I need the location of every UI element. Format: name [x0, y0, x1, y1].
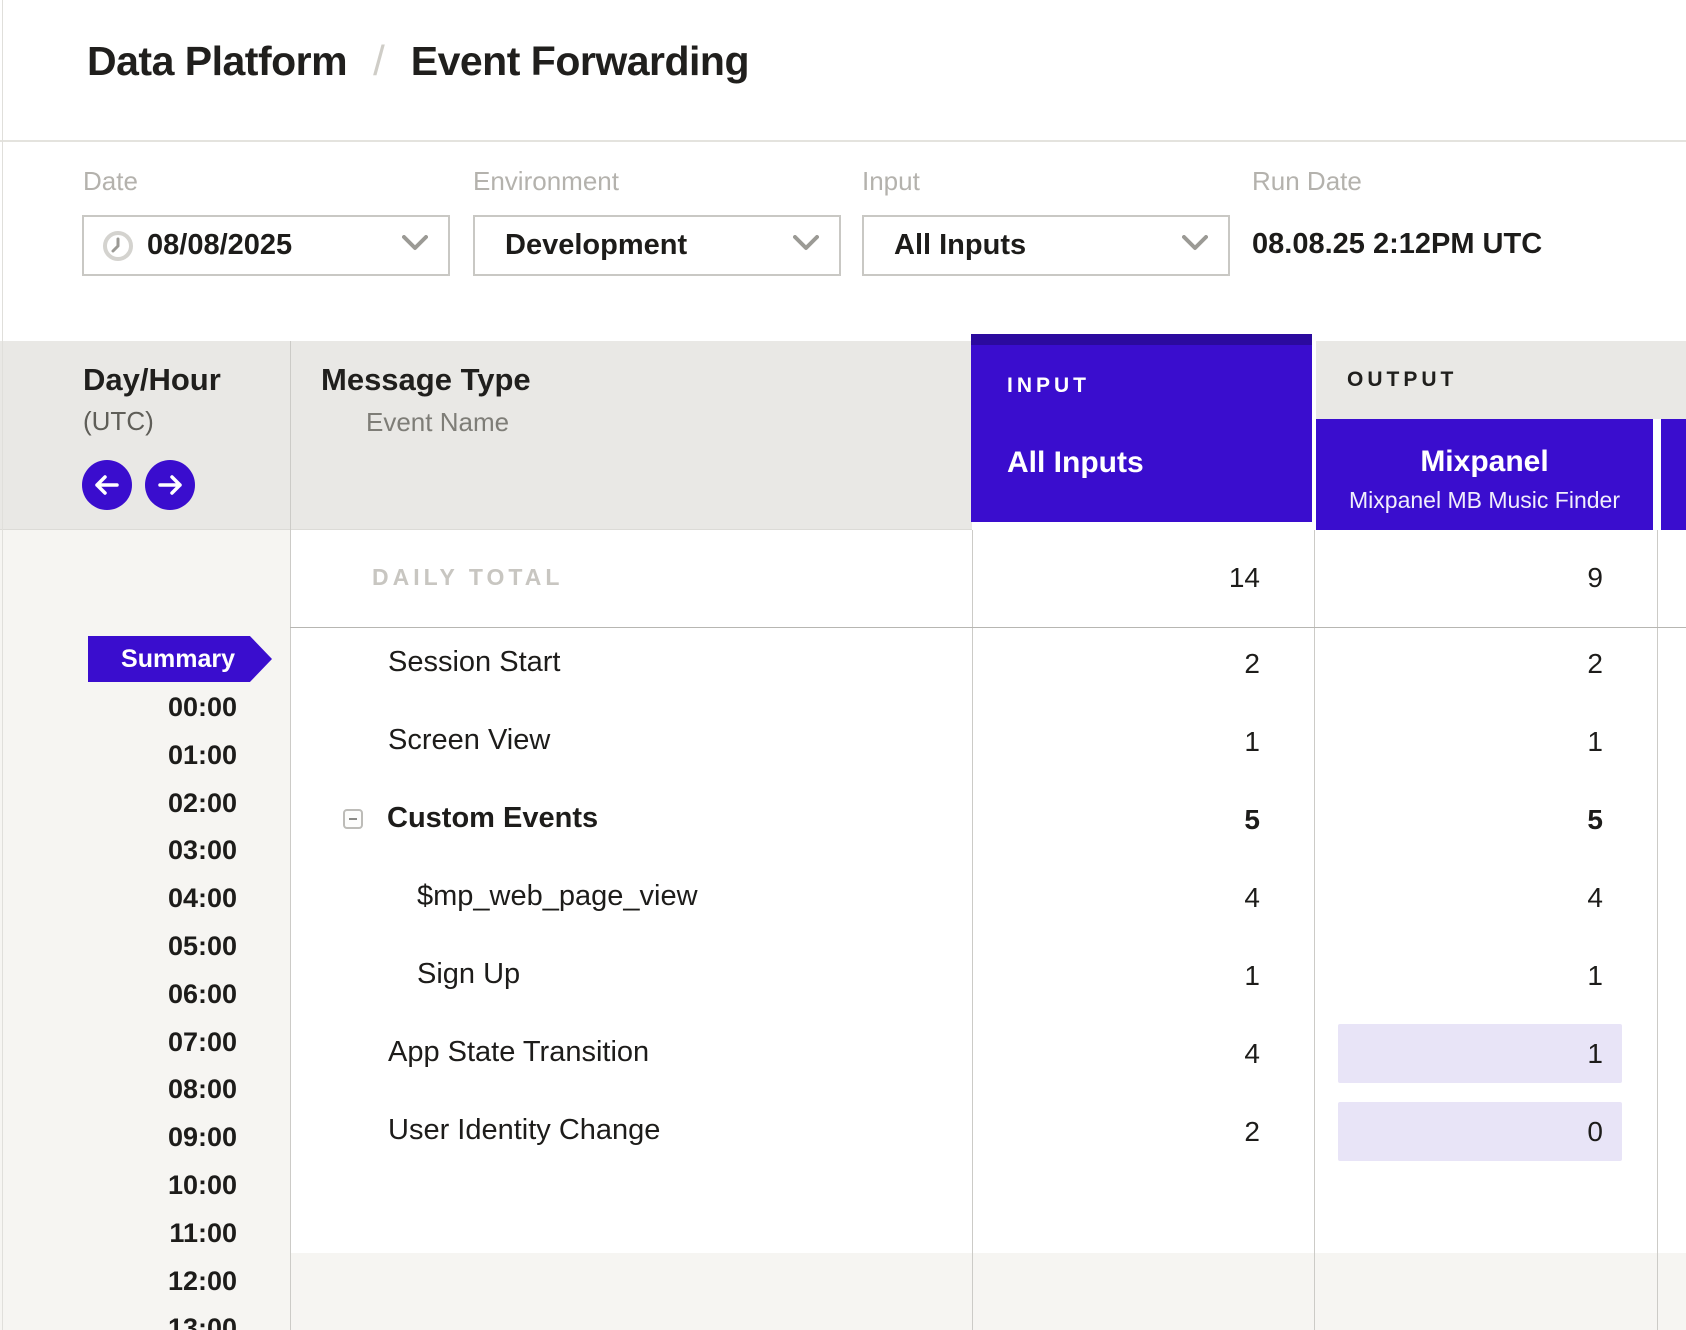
column-divider: [1314, 530, 1315, 1330]
row-input-value: 2: [1060, 1116, 1260, 1148]
column-gap: [1653, 419, 1661, 530]
row-input-value: 4: [1060, 882, 1260, 914]
environment-value: Development: [505, 229, 687, 262]
hour-item[interactable]: 07:00: [60, 1022, 237, 1062]
row-input-value: 5: [1060, 804, 1260, 836]
hour-item[interactable]: 00:00: [60, 687, 237, 727]
event-name-subtitle: Event Name: [366, 407, 509, 438]
run-date-label: Run Date: [1252, 166, 1362, 196]
hour-item[interactable]: 01:00: [60, 735, 237, 775]
hour-item[interactable]: 09:00: [60, 1117, 237, 1157]
input-value: All Inputs: [894, 229, 1026, 262]
row-output-value: 1: [1403, 1038, 1603, 1070]
hour-item[interactable]: 08:00: [60, 1069, 237, 1109]
input-column-name: All Inputs: [1007, 446, 1144, 480]
table-footer-area: [0, 1253, 1686, 1330]
row-label: $mp_web_page_view: [417, 880, 698, 913]
hour-item[interactable]: 06:00: [60, 974, 237, 1014]
output-section-label: OUTPUT: [1347, 368, 1457, 392]
collapse-toggle[interactable]: [343, 809, 363, 829]
row-label: Session Start: [388, 646, 560, 679]
date-dropdown[interactable]: 08/08/2025: [82, 215, 450, 276]
mixpanel-column-header[interactable]: Mixpanel Mixpanel MB Music Finder: [1316, 419, 1653, 530]
row-input-value: 1: [1060, 960, 1260, 992]
mixpanel-column-title: Mixpanel: [1316, 445, 1653, 479]
run-date-value: 08.08.25 2:12PM UTC: [1252, 228, 1542, 261]
event-forwarding-page: Data Platform / Event Forwarding Date En…: [0, 0, 1686, 1330]
column-divider: [972, 530, 973, 1330]
hour-item[interactable]: 13:00: [60, 1308, 237, 1330]
next-day-button[interactable]: [145, 460, 195, 510]
chevron-down-icon: [793, 235, 819, 256]
row-output-value: 0: [1403, 1116, 1603, 1148]
breadcrumb-bar: Data Platform / Event Forwarding: [0, 0, 1686, 140]
row-output-value: 1: [1403, 960, 1603, 992]
daily-total-input-value: 14: [1060, 562, 1260, 594]
row-input-value: 4: [1060, 1038, 1260, 1070]
hour-item[interactable]: 11:00: [60, 1213, 237, 1253]
column-gap: [972, 522, 1312, 530]
row-label: Custom Events: [387, 802, 598, 835]
chevron-down-icon: [402, 235, 428, 256]
next-output-column-partial: [1661, 419, 1686, 530]
clock-icon: [102, 230, 134, 262]
day-hour-subtitle: (UTC): [83, 406, 154, 437]
date-filter-label: Date: [83, 166, 138, 196]
summary-tab-label: Summary: [121, 645, 272, 674]
hour-item[interactable]: 04:00: [60, 878, 237, 918]
breadcrumb-page: Event Forwarding: [411, 38, 749, 85]
row-output-value: 2: [1403, 648, 1603, 680]
daily-total-divider: [290, 627, 1686, 628]
row-input-value: 1: [1060, 726, 1260, 758]
chevron-down-icon: [1182, 235, 1208, 256]
day-hour-title: Day/Hour: [83, 362, 221, 398]
header-divider: [0, 140, 1686, 142]
input-column-header[interactable]: INPUT All Inputs: [971, 334, 1312, 522]
breadcrumb-separator-icon: /: [373, 37, 385, 85]
breadcrumb-section[interactable]: Data Platform: [87, 38, 347, 85]
row-label: User Identity Change: [388, 1114, 660, 1147]
input-column-accent-bar: [971, 334, 1312, 345]
message-type-title: Message Type: [321, 362, 531, 398]
arrow-left-icon: [94, 474, 120, 496]
hour-item[interactable]: 03:00: [60, 830, 237, 870]
daily-total-label: DAILY TOTAL: [372, 564, 563, 591]
row-output-value: 1: [1403, 726, 1603, 758]
daily-total-output-value: 9: [1403, 562, 1603, 594]
input-filter-label: Input: [862, 166, 920, 196]
breadcrumb: Data Platform / Event Forwarding: [87, 36, 749, 86]
row-output-value: 5: [1403, 804, 1603, 836]
hour-item[interactable]: 12:00: [60, 1261, 237, 1301]
hour-item[interactable]: 05:00: [60, 926, 237, 966]
row-label: Sign Up: [417, 958, 520, 991]
input-section-label: INPUT: [1007, 374, 1090, 398]
environment-dropdown[interactable]: Development: [473, 215, 841, 276]
mixpanel-column-subtitle: Mixpanel MB Music Finder: [1316, 487, 1653, 514]
column-divider: [1657, 530, 1658, 1330]
input-dropdown[interactable]: All Inputs: [862, 215, 1230, 276]
row-label: App State Transition: [388, 1036, 649, 1069]
row-label: Screen View: [388, 724, 550, 757]
environment-filter-label: Environment: [473, 166, 619, 196]
hour-item[interactable]: 02:00: [60, 783, 237, 823]
row-input-value: 2: [1060, 648, 1260, 680]
left-edge-divider: [2, 0, 3, 1330]
arrow-right-icon: [157, 474, 183, 496]
row-output-value: 4: [1403, 882, 1603, 914]
date-value: 08/08/2025: [147, 229, 292, 262]
column-divider: [290, 341, 291, 1330]
minus-icon: [349, 818, 357, 820]
hour-item[interactable]: 10:00: [60, 1165, 237, 1205]
prev-day-button[interactable]: [82, 460, 132, 510]
summary-tab[interactable]: Summary: [88, 636, 272, 682]
